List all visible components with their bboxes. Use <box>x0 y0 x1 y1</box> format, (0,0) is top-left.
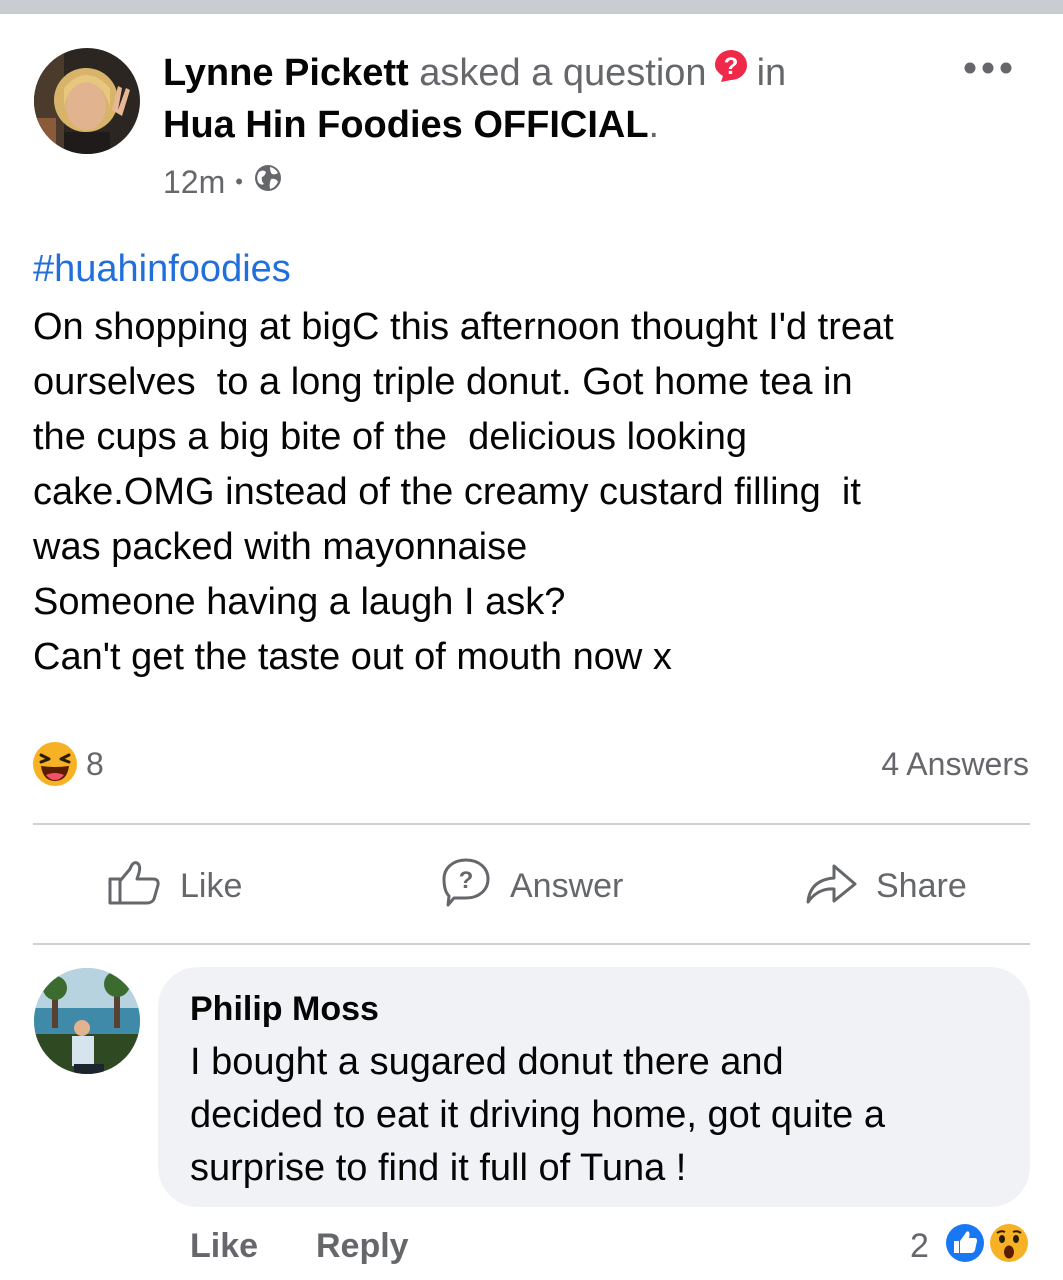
post-body: On shopping at bigC this afternoon thoug… <box>33 300 1033 685</box>
post-body-line: Someone having a laugh I ask? <box>33 581 566 623</box>
more-options-icon[interactable] <box>962 58 1014 78</box>
like-button-label: Like <box>180 866 243 905</box>
post-body-line: the cups a big bite of the delicious loo… <box>33 416 748 458</box>
comment-text-line: surprise to find it full of Tuna ! <box>190 1147 687 1189</box>
post-body-line: cake.OMG instead of the creamy custard f… <box>33 471 861 513</box>
meta-separator: • <box>235 169 243 194</box>
svg-text:?: ? <box>723 53 738 80</box>
like-button[interactable]: Like <box>106 856 242 916</box>
wow-reaction-icon[interactable] <box>986 1220 1032 1266</box>
comment-like-button[interactable]: Like <box>190 1224 258 1268</box>
author-name[interactable]: Lynne Pickett <box>163 52 409 94</box>
answer-button[interactable]: ? Answer <box>440 856 623 916</box>
comment-text: I bought a sugared donut there and decid… <box>190 1036 1010 1195</box>
comment-reply-button[interactable]: Reply <box>316 1224 409 1268</box>
svg-text:?: ? <box>459 867 474 894</box>
post-hashtag[interactable]: #huahinfoodies <box>33 246 291 292</box>
top-edge-strip <box>0 0 1063 14</box>
header-action-text: asked a question <box>419 52 707 94</box>
reaction-count[interactable]: 8 <box>86 744 104 784</box>
post-header: Lynne Pickett asked a question? in <box>163 50 786 96</box>
answer-button-label: Answer <box>510 866 624 905</box>
group-name[interactable]: Hua Hin Foodies OFFICIAL <box>163 104 649 146</box>
comment-reaction-count[interactable]: 2 <box>910 1224 929 1268</box>
comment-text-line: decided to eat it driving home, got quit… <box>190 1094 886 1136</box>
haha-emoji-icon[interactable] <box>32 741 78 787</box>
share-arrow-icon <box>804 858 876 915</box>
question-bubble-icon: ? <box>440 856 510 917</box>
commenter-avatar[interactable] <box>34 968 140 1074</box>
post-body-line: Can't get the taste out of mouth now x <box>33 636 672 678</box>
question-badge-icon: ? <box>713 48 749 95</box>
answers-count[interactable]: 4 Answers <box>881 744 1029 784</box>
share-button-label: Share <box>876 866 967 905</box>
post-meta: 12m • <box>163 162 283 202</box>
post-body-line: ourselves to a long triple donut. Got ho… <box>33 361 853 403</box>
header-in-text: in <box>756 52 787 94</box>
group-line: Hua Hin Foodies OFFICIAL. <box>163 102 659 148</box>
post-timestamp[interactable]: 12m <box>163 162 225 202</box>
share-button[interactable]: Share <box>804 856 967 916</box>
author-avatar[interactable] <box>34 48 140 154</box>
divider <box>33 823 1030 825</box>
like-reaction-icon[interactable] <box>942 1220 988 1266</box>
divider <box>33 943 1030 945</box>
thumbs-up-icon <box>106 857 180 916</box>
group-period: . <box>648 104 660 146</box>
comment-text-line: I bought a sugared donut there and <box>190 1041 784 1083</box>
comment-author[interactable]: Philip Moss <box>190 988 379 1030</box>
post-body-line: was packed with mayonnaise <box>33 526 528 568</box>
globe-icon <box>253 162 283 202</box>
post-body-line: On shopping at bigC this afternoon thoug… <box>33 306 894 348</box>
